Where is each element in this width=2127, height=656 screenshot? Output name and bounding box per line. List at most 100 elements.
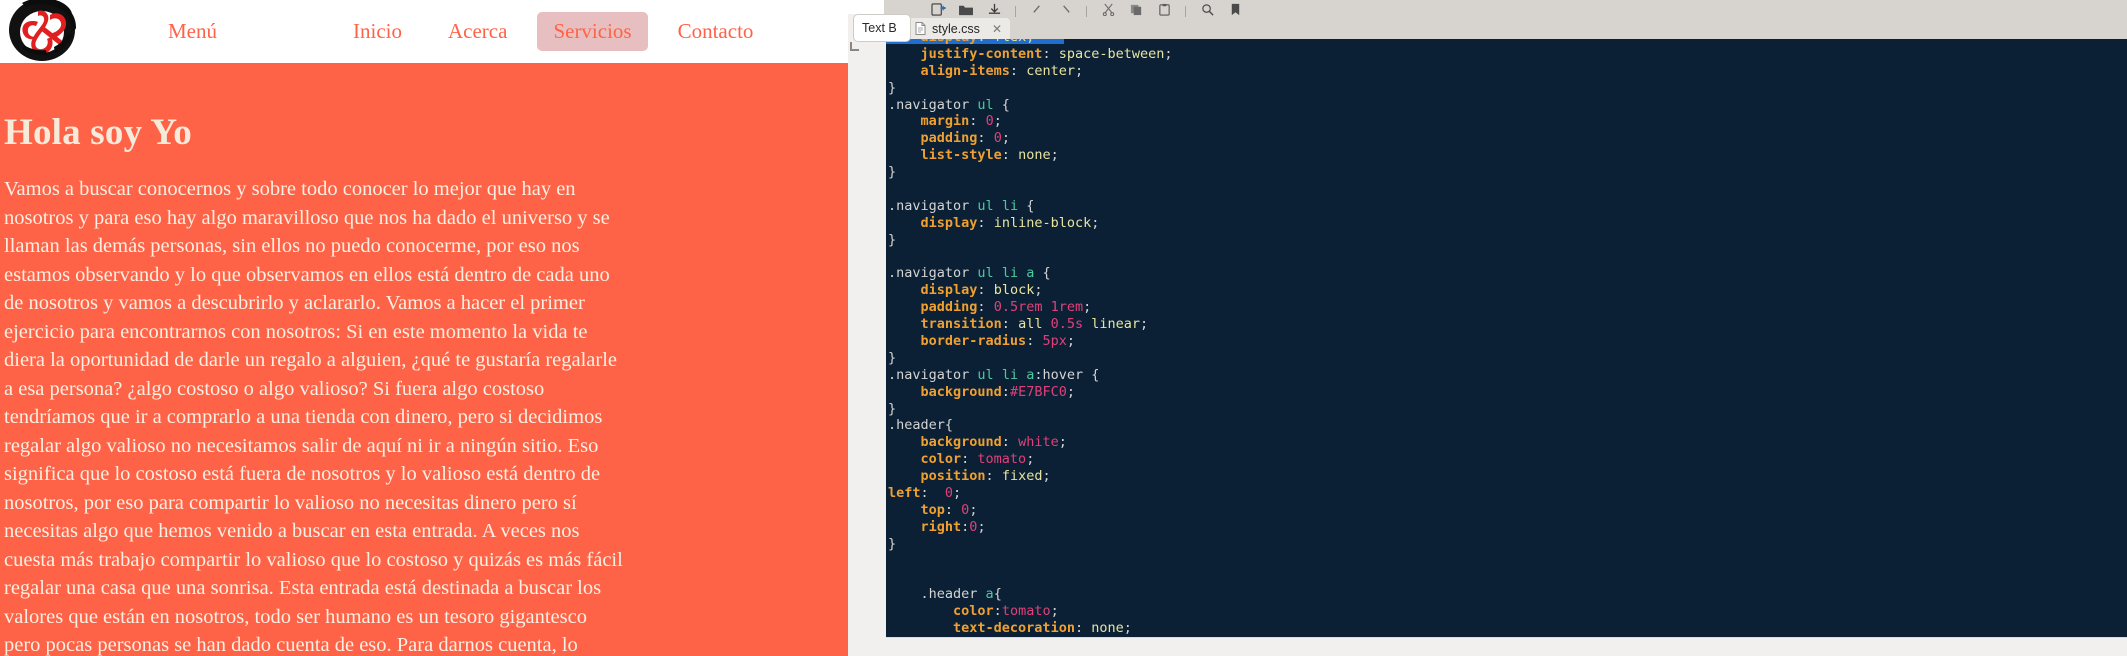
code-line[interactable]: } <box>888 232 1173 249</box>
code-line[interactable]: .header a{ <box>888 586 1173 603</box>
cut-icon[interactable] <box>1094 2 1122 17</box>
code-line[interactable]: border-radius: 5px; <box>888 333 1173 350</box>
editor-toolbar <box>884 0 2127 17</box>
code-token: ; <box>993 113 1002 130</box>
code-token: .header <box>888 586 986 603</box>
code-line[interactable]: .header{ <box>888 417 1173 434</box>
code-token: ; <box>1140 316 1149 333</box>
code-line[interactable]: .navigator ul li a:hover { <box>888 367 1173 384</box>
code-token: : <box>920 485 945 502</box>
code-token: white <box>1018 434 1059 451</box>
code-token: ul <box>977 197 994 214</box>
code-token: { <box>993 96 1010 113</box>
code-line[interactable]: padding: 0.5rem 1rem; <box>888 299 1173 316</box>
code-line[interactable] <box>888 249 1173 266</box>
code-token: } <box>888 231 897 248</box>
code-line[interactable]: justify-content: space-between; <box>888 46 1173 63</box>
sidebar-item-text-bookmarks[interactable]: Text B <box>853 14 911 42</box>
code-token: list-style <box>920 147 1002 164</box>
code-token: { <box>1034 265 1051 282</box>
code-token: tomato <box>1001 603 1051 620</box>
code-line[interactable]: } <box>888 350 1173 367</box>
save-icon[interactable] <box>980 2 1008 17</box>
document-icon <box>915 22 926 35</box>
code-content[interactable]: display: flex; justify-content: space-be… <box>884 39 1173 637</box>
close-icon[interactable]: ✕ <box>992 23 1002 35</box>
code-token: .navigator <box>888 265 978 282</box>
code-token: center <box>1026 62 1075 79</box>
nav-item-contacto[interactable]: Contacto <box>662 12 770 51</box>
code-line[interactable]: .navigator ul li { <box>888 198 1173 215</box>
code-token: ; <box>1123 620 1132 637</box>
code-token: li <box>1001 265 1019 282</box>
code-token: : <box>969 113 986 130</box>
code-token: :hover { <box>1034 366 1100 383</box>
code-line[interactable] <box>888 570 1173 587</box>
code-token: background <box>920 434 1002 451</box>
code-line[interactable]: background: white; <box>888 434 1173 451</box>
code-line[interactable]: display: flex; <box>888 39 1173 46</box>
code-line[interactable]: text-decoration: none; <box>888 620 1173 637</box>
code-token: { <box>993 586 1002 603</box>
nav-item-inicio[interactable]: Inicio <box>337 12 418 51</box>
code-token: 5px <box>1042 333 1067 350</box>
code-line[interactable]: color: tomato; <box>888 451 1173 468</box>
nav-link-contacto[interactable]: Contacto <box>662 12 770 51</box>
nav-item-servicios[interactable]: Servicios <box>537 12 648 51</box>
code-line[interactable]: position: fixed; <box>888 468 1173 485</box>
code-line[interactable]: } <box>888 401 1173 418</box>
code-line[interactable]: display: block; <box>888 282 1173 299</box>
code-token: : <box>977 214 994 231</box>
code-line[interactable]: background:#E7BFC0; <box>888 384 1173 401</box>
tree-elbow-icon <box>848 40 878 58</box>
redo-icon[interactable] <box>1051 2 1079 17</box>
find-icon[interactable] <box>1193 2 1221 17</box>
tab-style-css[interactable]: style.css ✕ <box>908 18 1010 39</box>
code-line[interactable]: align-items: center; <box>888 63 1173 80</box>
code-line[interactable]: .navigator ul { <box>888 97 1173 114</box>
nav-item-acerca[interactable]: Acerca <box>432 12 523 51</box>
code-line[interactable]: list-style: none; <box>888 147 1173 164</box>
code-line[interactable]: left: 0; <box>888 485 1173 502</box>
code-token: border-radius <box>920 333 1027 350</box>
code-line[interactable] <box>888 181 1173 198</box>
code-line[interactable]: display: inline-block; <box>888 215 1173 232</box>
code-line[interactable]: right:0; <box>888 519 1173 536</box>
code-token: ul <box>977 96 994 113</box>
site-logo-icon[interactable] <box>2 0 84 63</box>
open-folder-icon[interactable] <box>952 2 980 17</box>
tab-filename: style.css <box>932 21 980 36</box>
code-token: : <box>1001 316 1019 333</box>
nav-link-acerca[interactable]: Acerca <box>432 12 523 51</box>
code-editor-area[interactable]: display: flex; justify-content: space-be… <box>884 39 2127 639</box>
code-line[interactable]: .navigator ul li a { <box>888 265 1173 282</box>
nav-brand[interactable]: Menú <box>168 19 217 44</box>
nav-link-inicio[interactable]: Inicio <box>337 12 418 51</box>
code-line[interactable]: top: 0; <box>888 502 1173 519</box>
site-header: Menú Inicio Acerca Servicios Contacto <box>0 0 848 63</box>
code-line[interactable]: } <box>888 80 1173 97</box>
code-line[interactable]: transition: all 0.5s linear; <box>888 316 1173 333</box>
code-token: ; <box>977 518 986 535</box>
code-line[interactable] <box>888 553 1173 570</box>
undo-icon[interactable] <box>1023 2 1051 17</box>
text-editor-window: style.css ✕ Text B display: flex; justif… <box>848 0 2127 656</box>
code-token: justify-content <box>920 45 1043 62</box>
code-line[interactable]: } <box>888 164 1173 181</box>
code-token: ; <box>1042 468 1051 485</box>
paste-icon[interactable] <box>1150 2 1178 17</box>
nav-link-servicios[interactable]: Servicios <box>537 12 648 51</box>
code-token: text-decoration <box>953 620 1075 637</box>
code-line[interactable]: } <box>888 536 1173 553</box>
copy-icon[interactable] <box>1122 2 1150 17</box>
code-token: ; <box>1050 147 1059 164</box>
code-line[interactable]: margin: 0; <box>888 113 1173 130</box>
code-line[interactable]: padding: 0; <box>888 130 1173 147</box>
code-line[interactable]: color:tomato; <box>888 603 1173 620</box>
new-file-icon[interactable] <box>924 2 952 17</box>
code-token: color <box>920 451 962 468</box>
bookmark-icon[interactable] <box>1221 2 1249 17</box>
code-token: li <box>1001 366 1019 383</box>
